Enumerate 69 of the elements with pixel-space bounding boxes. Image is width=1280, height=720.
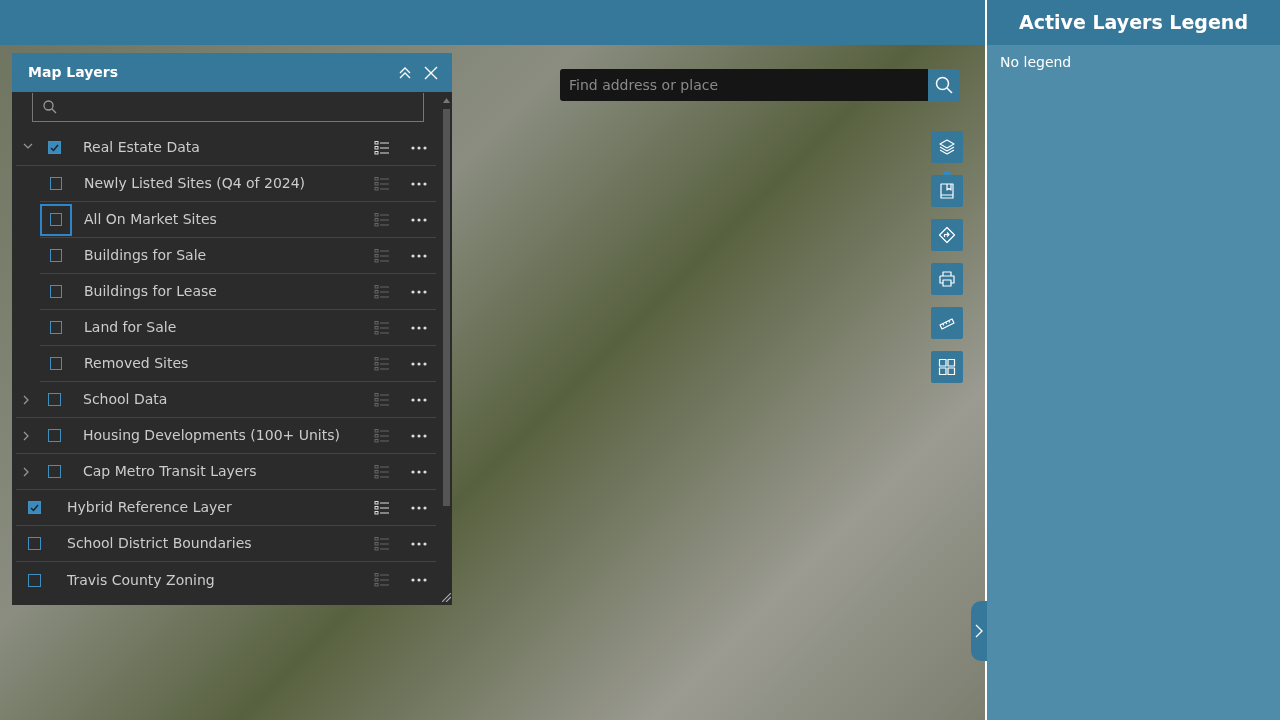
scroll-up-icon[interactable] <box>442 98 450 103</box>
checkmark-icon <box>50 143 59 152</box>
diamond-sign-icon <box>938 226 956 244</box>
checkbox[interactable] <box>48 429 61 442</box>
ellipsis-icon <box>411 289 427 294</box>
ellipsis-icon <box>411 361 427 366</box>
panel-title: Map Layers <box>28 63 120 82</box>
legend-list-icon[interactable] <box>374 139 390 156</box>
layers-tool-button[interactable] <box>931 131 963 163</box>
checkbox[interactable] <box>50 285 62 298</box>
checkbox[interactable] <box>28 537 41 550</box>
printer-icon <box>938 270 956 288</box>
ellipsis-icon <box>411 325 427 330</box>
checkbox[interactable] <box>28 573 41 587</box>
ellipsis-icon <box>411 541 427 546</box>
checkbox[interactable] <box>50 213 62 226</box>
checkbox[interactable] <box>50 321 62 334</box>
checkbox[interactable] <box>50 357 62 370</box>
checkbox[interactable] <box>48 141 61 154</box>
layer-name[interactable]: Buildings for Sale <box>84 247 207 263</box>
ellipsis-icon <box>411 397 427 402</box>
layer-name[interactable]: Land for Sale <box>84 319 177 335</box>
search-icon <box>935 76 953 94</box>
layer-name[interactable]: Housing Developments (100+ Units) <box>83 427 340 443</box>
bookmark-tool-button[interactable] <box>931 175 963 207</box>
ellipsis-icon <box>411 433 427 438</box>
ellipsis-icon <box>411 181 427 186</box>
layer-name[interactable]: School District Boundaries <box>67 535 252 551</box>
layer-name[interactable]: School Data <box>83 391 168 407</box>
ellipsis-icon <box>411 217 427 222</box>
checkbox[interactable] <box>50 249 62 262</box>
ellipsis-icon <box>411 578 427 582</box>
resize-handle-icon[interactable] <box>441 593 451 602</box>
layer-name[interactable]: Travis County Zoning <box>67 571 215 588</box>
ellipsis-icon <box>411 505 427 510</box>
checkbox[interactable] <box>48 393 61 406</box>
focus-ring[interactable] <box>40 203 72 236</box>
layers-icon <box>938 138 956 156</box>
ellipsis-icon <box>411 253 427 258</box>
layer-name[interactable]: Newly Listed Sites (Q4 of 2024) <box>84 175 306 191</box>
search-field[interactable] <box>32 93 424 122</box>
search-icon <box>43 100 57 114</box>
diamond-sign-tool-button[interactable] <box>931 219 963 251</box>
legend-list-icon[interactable] <box>374 499 390 516</box>
checkbox[interactable] <box>50 177 62 190</box>
layer-name[interactable]: Cap Metro Transit Layers <box>83 463 257 479</box>
close-icon <box>424 65 438 80</box>
checkbox[interactable] <box>48 465 61 478</box>
layer-name[interactable]: Real Estate Data <box>83 139 200 155</box>
checkmark-icon <box>30 503 39 512</box>
legend-title: Active Layers Legend <box>987 0 1280 45</box>
grid-tool-button[interactable] <box>931 351 963 383</box>
layer-name[interactable]: Buildings for Lease <box>84 283 217 299</box>
checkbox[interactable] <box>28 501 41 514</box>
printer-tool-button[interactable] <box>931 263 963 295</box>
search-button[interactable] <box>928 69 960 101</box>
ruler-tool-button[interactable] <box>931 307 963 339</box>
ellipsis-icon <box>411 145 427 150</box>
grid-icon <box>938 358 956 376</box>
layer-name[interactable]: Removed Sites <box>84 355 189 371</box>
bookmark-icon <box>938 182 956 200</box>
expand-panel-button[interactable] <box>971 601 987 661</box>
scrollbar-thumb[interactable] <box>442 109 450 506</box>
legend-message: No legend <box>1000 54 1072 70</box>
layer-name[interactable]: Hybrid Reference Layer <box>67 499 232 515</box>
address-search-field[interactable]: Find address or place <box>560 69 928 101</box>
layer-name[interactable]: All On Market Sites <box>84 211 217 227</box>
ellipsis-icon <box>411 469 427 474</box>
chevron-right-icon <box>975 624 983 638</box>
